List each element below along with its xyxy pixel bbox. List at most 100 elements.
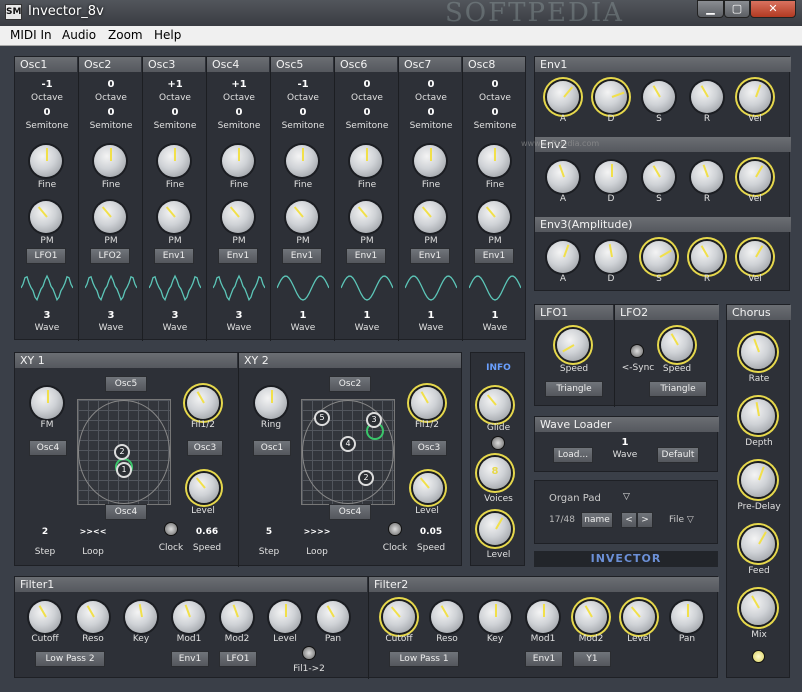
osc-wave-value[interactable]: 1 — [399, 310, 463, 321]
env3-s-knob[interactable] — [643, 241, 675, 273]
glide-knob[interactable] — [479, 389, 511, 421]
default-button[interactable]: Default — [657, 447, 699, 463]
osc-mod-source-button[interactable]: Env1 — [474, 248, 514, 264]
close-button[interactable]: ✕ — [750, 0, 796, 18]
xy-node[interactable]: 1 — [116, 462, 132, 478]
xy-left-source-button[interactable]: Osc1 — [253, 440, 291, 456]
file-menu[interactable]: File ▽ — [669, 515, 694, 525]
chorus-mix-knob[interactable] — [741, 591, 775, 625]
xy-pad[interactable]: 21 — [77, 399, 171, 505]
env3-r-knob[interactable] — [691, 241, 723, 273]
xy-loop-value[interactable]: >><< — [79, 527, 107, 536]
xy-loop-value[interactable]: >>>> — [303, 527, 331, 536]
filter1-reso-knob[interactable] — [77, 601, 109, 633]
xy-node[interactable]: 3 — [366, 412, 382, 428]
osc-fine-knob[interactable] — [414, 145, 446, 177]
chorus-feed-knob[interactable] — [741, 527, 775, 561]
menu-midi-in[interactable]: MIDI In — [10, 28, 52, 42]
filter2-mod1-button[interactable]: Env1 — [525, 651, 563, 667]
xy-node[interactable]: 4 — [340, 436, 356, 452]
filter1-cutoff-knob[interactable] — [29, 601, 61, 633]
osc-pm-knob[interactable] — [222, 201, 254, 233]
osc-wave-value[interactable]: 3 — [15, 310, 79, 321]
chorus-rate-knob[interactable] — [741, 335, 775, 369]
chorus-on-led[interactable] — [753, 651, 764, 662]
osc-semitone-value[interactable]: 0 — [143, 107, 207, 118]
osc-semitone-value[interactable]: 0 — [463, 107, 527, 118]
xy-node[interactable]: 2 — [114, 444, 130, 460]
env2-s-knob[interactable] — [643, 161, 675, 193]
osc-wave-value[interactable]: 1 — [463, 310, 527, 321]
xy-node[interactable]: 5 — [314, 410, 330, 426]
osc-mod-source-button[interactable]: Env1 — [410, 248, 450, 264]
env1-d-knob[interactable] — [595, 81, 627, 113]
level-knob[interactable] — [479, 513, 511, 545]
osc-semitone-value[interactable]: 0 — [15, 107, 79, 118]
osc-fine-knob[interactable] — [350, 145, 382, 177]
osc-semitone-value[interactable]: 0 — [335, 107, 399, 118]
osc-mod-source-button[interactable]: LFO2 — [90, 248, 130, 264]
osc-mod-source-button[interactable]: LFO1 — [26, 248, 66, 264]
osc-mod-source-button[interactable]: Env1 — [282, 248, 322, 264]
filter2-mod2-knob[interactable] — [575, 601, 607, 633]
filter2-type-button[interactable]: Low Pass 1 — [389, 651, 459, 667]
osc-wave-value[interactable]: 3 — [79, 310, 143, 321]
osc-wave-value[interactable]: 1 — [271, 310, 335, 321]
env3-d-knob[interactable] — [595, 241, 627, 273]
env2-r-knob[interactable] — [691, 161, 723, 193]
xy-bottom-source-button[interactable]: Osc4 — [329, 504, 371, 520]
xy-top-source-button[interactable]: Osc5 — [105, 376, 147, 392]
xy-top-source-button[interactable]: Osc2 — [329, 376, 371, 392]
env1-r-knob[interactable] — [691, 81, 723, 113]
osc-semitone-value[interactable]: 0 — [271, 107, 335, 118]
xy-step-value[interactable]: 5 — [255, 527, 283, 537]
filter1-level-knob[interactable] — [269, 601, 301, 633]
env2-vel-knob[interactable] — [739, 161, 771, 193]
env1-s-knob[interactable] — [643, 81, 675, 113]
xy-speed-value[interactable]: 0.66 — [193, 527, 221, 537]
xy-speed-value[interactable]: 0.05 — [417, 527, 445, 537]
xy-fil-knob[interactable] — [411, 387, 443, 419]
osc-mod-source-button[interactable]: Env1 — [218, 248, 258, 264]
env2-a-knob[interactable] — [547, 161, 579, 193]
osc-wave-value[interactable]: 1 — [335, 310, 399, 321]
osc-pm-knob[interactable] — [478, 201, 510, 233]
osc-mod-source-button[interactable]: Env1 — [154, 248, 194, 264]
sync-button[interactable] — [631, 345, 643, 357]
osc-pm-knob[interactable] — [30, 201, 62, 233]
xy-clock-button[interactable] — [389, 523, 401, 535]
xy-pad[interactable]: 5 34 2 — [301, 399, 395, 505]
filter2-mod1-knob[interactable] — [527, 601, 559, 633]
preset-next-button[interactable]: > — [637, 512, 653, 528]
xy-left-source-button[interactable]: Osc4 — [29, 440, 67, 456]
xy-right-source-button[interactable]: Osc3 — [411, 440, 447, 456]
filter1-key-knob[interactable] — [125, 601, 157, 633]
osc-mod-source-button[interactable]: Env1 — [346, 248, 386, 264]
xy-step-value[interactable]: 2 — [31, 527, 59, 537]
env1-a-knob[interactable] — [547, 81, 579, 113]
preset-name-button[interactable]: name — [581, 512, 613, 528]
osc-octave-value[interactable]: 0 — [463, 79, 527, 90]
osc-pm-knob[interactable] — [414, 201, 446, 233]
osc-fine-knob[interactable] — [478, 145, 510, 177]
xy-clock-button[interactable] — [165, 523, 177, 535]
lfo1-speed-knob[interactable] — [557, 329, 589, 361]
osc-pm-knob[interactable] — [350, 201, 382, 233]
osc-wave-value[interactable]: 3 — [143, 310, 207, 321]
maximize-button[interactable]: ▢ — [724, 0, 750, 18]
osc-octave-value[interactable]: +1 — [207, 79, 271, 90]
load-button[interactable]: Load... — [553, 447, 593, 463]
filter1-mod1-knob[interactable] — [173, 601, 205, 633]
menu-help[interactable]: Help — [154, 28, 181, 42]
osc-fine-knob[interactable] — [94, 145, 126, 177]
xy-bottom-source-button[interactable]: Osc4 — [105, 504, 147, 520]
minimize-button[interactable]: ▁ — [697, 0, 724, 18]
env2-d-knob[interactable] — [595, 161, 627, 193]
chorus-depth-knob[interactable] — [741, 399, 775, 433]
osc-octave-value[interactable]: 0 — [335, 79, 399, 90]
osc-semitone-value[interactable]: 0 — [207, 107, 271, 118]
filter-link-button[interactable] — [303, 647, 315, 659]
osc-pm-knob[interactable] — [286, 201, 318, 233]
filter2-key-knob[interactable] — [479, 601, 511, 633]
filter2-cutoff-knob[interactable] — [383, 601, 415, 633]
